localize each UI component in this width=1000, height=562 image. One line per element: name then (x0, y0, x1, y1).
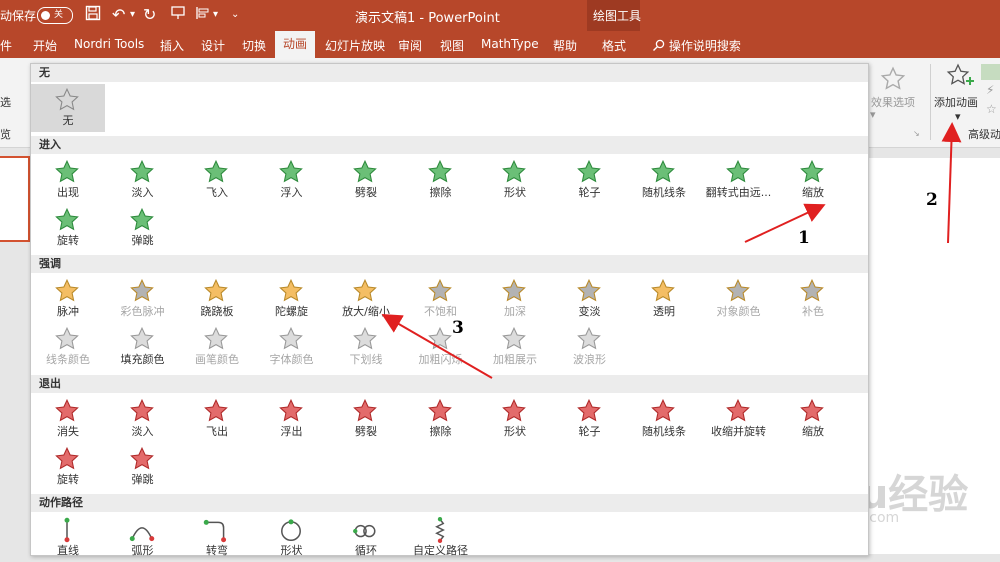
annotation-number-2: 2 (926, 190, 938, 210)
annotation-overlay (381, 122, 962, 379)
annotation-arrow-2 (941, 122, 962, 244)
annotation-arrow-1 (744, 203, 826, 243)
annotation-arrow-3 (381, 313, 493, 379)
annotation-number-3: 3 (452, 318, 464, 338)
annotation-number-1: 1 (798, 228, 810, 248)
